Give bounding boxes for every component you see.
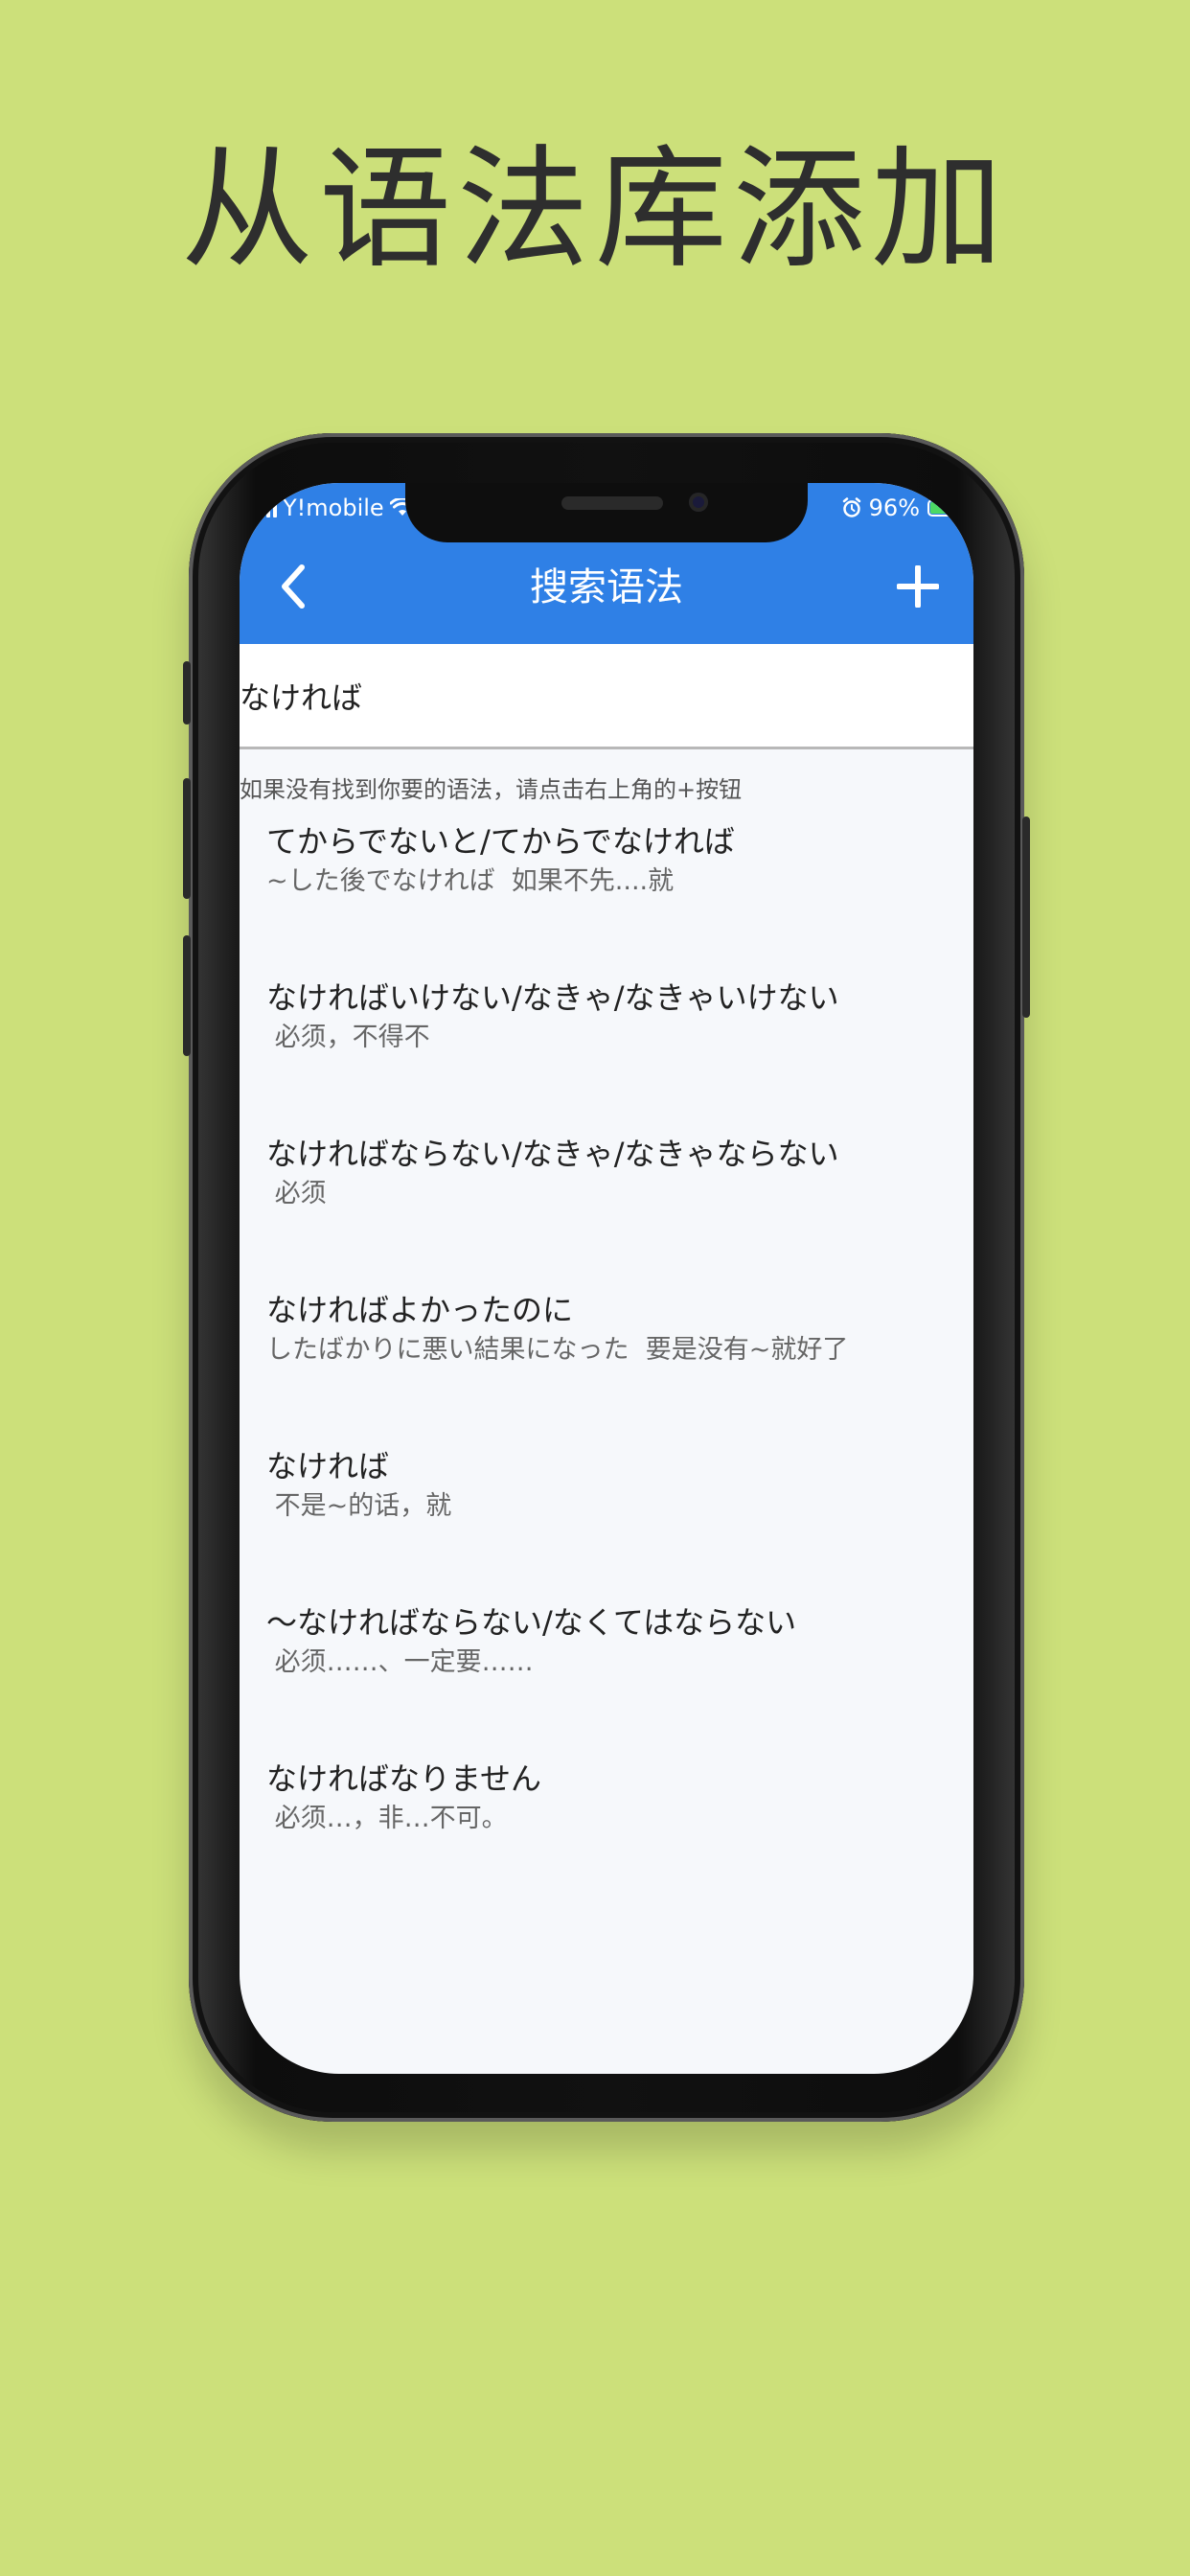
item-title: なければならない/なきゃ/なきゃならない: [266, 1136, 839, 1172]
page-title: 搜索语法: [530, 565, 683, 610]
phone-volume-up: [183, 778, 191, 899]
list-item[interactable]: ～なければならない/なくてはならない 必须……、一定要……: [240, 1598, 973, 1754]
status-bar-left: Y!mobile: [253, 491, 415, 525]
alarm-icon: [842, 497, 860, 518]
item-description: ~した後でなければ 如果不先....就: [266, 866, 675, 896]
item-title: ～なければならない/なくてはならない: [266, 1604, 797, 1641]
search-input[interactable]: [240, 669, 949, 723]
promo-title: 从语法库添加: [180, 132, 1009, 287]
list-item[interactable]: なければならない/なきゃ/なきゃならない 必须: [240, 1129, 973, 1285]
results-list: てからでないと/てからでなければ ~した後でなければ 如果不先....就 なけれ…: [240, 816, 973, 1910]
status-bar-right: 96%: [842, 491, 956, 525]
speaker-grille: [561, 496, 663, 510]
item-description: したばかりに悪い結果になった 要是没有~就好了: [266, 1335, 849, 1365]
phone-volume-down: [183, 935, 191, 1056]
app-bar: Y!mobile 96% 搜索语法: [240, 483, 973, 644]
list-item[interactable]: なければなりません 必须…，非…不可。: [240, 1754, 973, 1910]
front-camera-icon: [689, 493, 708, 512]
item-description: 必须…，非…不可。: [266, 1804, 508, 1833]
promo-page: 从语法库添加 Y!mobile 96% 搜索语法 なければ 如果没有找到你要的语…: [0, 0, 1190, 2576]
item-title: なければなりません: [266, 1760, 542, 1797]
item-title: なければ: [266, 1448, 390, 1484]
phone-mute-switch: [183, 661, 191, 724]
item-description: 不是~的话，就: [266, 1491, 452, 1521]
battery-icon: [927, 499, 956, 517]
hint-text: 如果没有找到你要的语法，请点击右上角的+按钮: [240, 776, 743, 803]
battery-percent: 96%: [868, 494, 920, 521]
carrier-label: Y!mobile: [283, 494, 384, 521]
item-description: 必须，不得不: [266, 1023, 430, 1052]
battery-level: [930, 502, 953, 514]
phone-power-button: [1022, 816, 1030, 1018]
item-description: 必须: [266, 1179, 327, 1208]
phone-screen: Y!mobile 96% 搜索语法 なければ 如果没有找到你要的语法，请点击右上…: [240, 483, 973, 2074]
list-item[interactable]: てからでないと/てからでなければ ~した後でなければ 如果不先....就: [240, 816, 973, 973]
list-item[interactable]: なければよかったのに したばかりに悪い結果になった 要是没有~就好了: [240, 1285, 973, 1441]
add-grammar-button[interactable]: [887, 556, 949, 617]
item-title: なければよかったのに: [266, 1292, 574, 1328]
list-item[interactable]: なければいけない/なきゃ/なきゃいけない 必须，不得不: [240, 973, 973, 1129]
item-title: なければいけない/なきゃ/なきゃいけない: [266, 979, 839, 1016]
signal-icon: [253, 498, 277, 518]
plus-icon: [897, 565, 939, 608]
item-description: 必须……、一定要……: [266, 1647, 534, 1677]
item-title: てからでないと/てからでなければ: [266, 823, 735, 860]
search-field: [240, 644, 973, 749]
notch: [405, 483, 808, 542]
list-item[interactable]: なければ 不是~的话，就: [240, 1441, 973, 1598]
